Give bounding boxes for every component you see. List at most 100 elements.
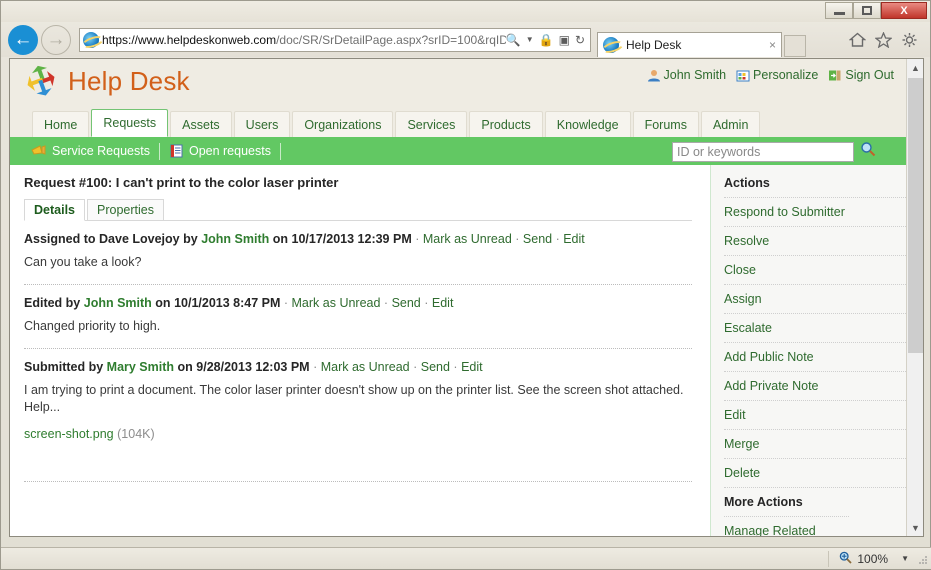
entry-author[interactable]: John Smith <box>84 296 152 310</box>
action-delete[interactable]: Delete <box>724 458 906 487</box>
entry-author[interactable]: Mary Smith <box>107 360 174 374</box>
settings-gear-icon[interactable] <box>901 32 918 48</box>
personalize-link[interactable]: Personalize <box>736 68 818 82</box>
tab-knowledge[interactable]: Knowledge <box>544 111 631 137</box>
favorites-star-icon[interactable] <box>875 31 892 48</box>
entry-by-word: by <box>183 232 198 246</box>
tab-users[interactable]: Users <box>233 111 291 137</box>
window-controls: X <box>825 2 927 19</box>
url-host: https://www.helpdeskonweb.com <box>102 32 277 47</box>
search-icon[interactable] <box>860 141 876 162</box>
account-user-label[interactable]: John Smith <box>664 68 727 82</box>
edit-link[interactable]: Edit <box>461 360 483 374</box>
entry-action: Submitted by <box>24 360 104 374</box>
action-merge[interactable]: Merge <box>724 429 906 458</box>
account-user[interactable]: John Smith <box>647 68 727 82</box>
scroll-up-icon[interactable]: ▲ <box>907 59 923 76</box>
pinwheel-arrows-logo-icon <box>24 65 58 97</box>
sign-out-label[interactable]: Sign Out <box>845 68 894 82</box>
close-button[interactable]: X <box>881 2 927 19</box>
entry-on-word: on <box>272 232 289 246</box>
resize-grip-icon[interactable] <box>917 553 929 565</box>
send-link[interactable]: Send <box>392 296 421 310</box>
address-bar[interactable]: https://www.helpdeskonweb.com/doc/SR/SrD… <box>79 27 591 52</box>
title-bar: X <box>1 1 930 22</box>
action-edit[interactable]: Edit <box>724 400 906 429</box>
site-header: Help Desk John Smith Personalize Sign Ou… <box>10 59 906 108</box>
mark-as-unread-link[interactable]: Mark as Unread <box>423 232 512 246</box>
entry-on-word: on <box>177 360 193 374</box>
scroll-down-icon[interactable]: ▼ <box>907 519 923 536</box>
entry-action: Assigned to <box>24 232 96 246</box>
chevron-down-icon[interactable]: ▼ <box>526 35 534 44</box>
action-resolve[interactable]: Resolve <box>724 226 906 255</box>
tab-forums[interactable]: Forums <box>632 111 699 137</box>
entry-body: Can you take a look? <box>24 255 142 269</box>
refresh-icon[interactable]: ↻ <box>575 34 585 46</box>
tab-properties[interactable]: Properties <box>87 199 164 220</box>
edit-link[interactable]: Edit <box>432 296 454 310</box>
account-bar: John Smith Personalize Sign Out <box>641 68 894 82</box>
action-assign[interactable]: Assign <box>724 284 906 313</box>
entry-author[interactable]: John Smith <box>201 232 269 246</box>
action-manage-related-requests[interactable]: Manage Related Requests <box>724 516 849 536</box>
tab-services[interactable]: Services <box>395 111 468 137</box>
send-link[interactable]: Send <box>421 360 450 374</box>
zoom-dropdown-icon[interactable]: ▼ <box>901 554 909 563</box>
tab-favicon-icon <box>603 37 619 53</box>
request-entry: Submitted by Mary Smith on 9/28/2013 12:… <box>24 348 692 456</box>
browser-tab-label: Help Desk <box>626 38 682 52</box>
tab-organizations[interactable]: Organizations <box>292 111 394 137</box>
zoom-level-label: 100% <box>857 551 889 566</box>
attachment-link[interactable]: screen-shot.png <box>24 427 114 441</box>
actions-heading: Actions <box>724 176 770 190</box>
zoom-control[interactable]: 100% ▼ <box>828 550 909 567</box>
close-icon[interactable]: × <box>769 38 776 52</box>
entry-links: · Mark as Unread · Send · Edit <box>313 360 483 374</box>
home-icon[interactable] <box>849 32 866 48</box>
sub-toolbar: Service Requests Open requests <box>10 137 906 165</box>
page-viewport: Help Desk John Smith Personalize Sign Ou… <box>9 58 924 537</box>
mark-as-unread-link[interactable]: Mark as Unread <box>292 296 381 310</box>
browser-window: X ← → https://www.helpdeskonweb.com/doc/… <box>0 0 931 570</box>
browser-tab-help-desk[interactable]: Help Desk × <box>597 32 782 57</box>
tab-assets[interactable]: Assets <box>170 111 232 137</box>
tab-products[interactable]: Products <box>469 111 543 137</box>
tab-admin[interactable]: Admin <box>700 111 761 137</box>
page-content: Help Desk John Smith Personalize Sign Ou… <box>10 59 906 536</box>
action-add-private-note[interactable]: Add Private Note <box>724 371 906 400</box>
restore-button[interactable] <box>853 2 881 19</box>
page-scrollbar[interactable]: ▲ ▼ <box>906 59 923 536</box>
personalize-label[interactable]: Personalize <box>753 68 818 82</box>
entry-target: Dave Lovejoy <box>99 232 180 246</box>
new-tab-button[interactable] <box>784 35 806 57</box>
action-add-public-note[interactable]: Add Public Note <box>724 342 906 371</box>
address-bar-icons: 🔍 ▼ 🔒 ▣ ↻ <box>506 34 587 46</box>
entry-timestamp: 10/1/2013 8:47 PM <box>174 296 281 310</box>
mark-as-unread-link[interactable]: Mark as Unread <box>321 360 410 374</box>
tab-home[interactable]: Home <box>32 111 90 137</box>
tab-requests[interactable]: Requests <box>91 109 169 137</box>
compatibility-view-icon[interactable]: ▣ <box>559 34 570 46</box>
detail-subtabs: Details Properties <box>24 199 692 221</box>
search-input[interactable] <box>672 141 854 162</box>
entry-timestamp: 10/17/2013 12:39 PM <box>291 232 412 246</box>
toolbar-service-requests[interactable]: Service Requests <box>22 144 159 158</box>
action-respond-to-submitter[interactable]: Respond to Submitter <box>724 197 906 226</box>
user-icon <box>647 69 660 81</box>
toolbar-open-requests[interactable]: Open requests <box>160 144 280 158</box>
edit-link[interactable]: Edit <box>563 232 585 246</box>
scrollbar-thumb[interactable] <box>908 78 923 353</box>
search-area <box>672 141 876 162</box>
sign-out-icon <box>829 70 841 80</box>
back-icon[interactable]: ← <box>8 24 38 55</box>
lock-icon[interactable]: 🔒 <box>539 34 554 46</box>
action-escalate[interactable]: Escalate <box>724 313 906 342</box>
search-icon[interactable]: 🔍 <box>506 34 521 46</box>
tab-details[interactable]: Details <box>24 199 85 221</box>
forward-icon[interactable]: → <box>41 24 71 55</box>
send-link[interactable]: Send <box>523 232 552 246</box>
sign-out-link[interactable]: Sign Out <box>828 68 894 82</box>
action-close[interactable]: Close <box>724 255 906 284</box>
minimize-button[interactable] <box>825 2 853 19</box>
